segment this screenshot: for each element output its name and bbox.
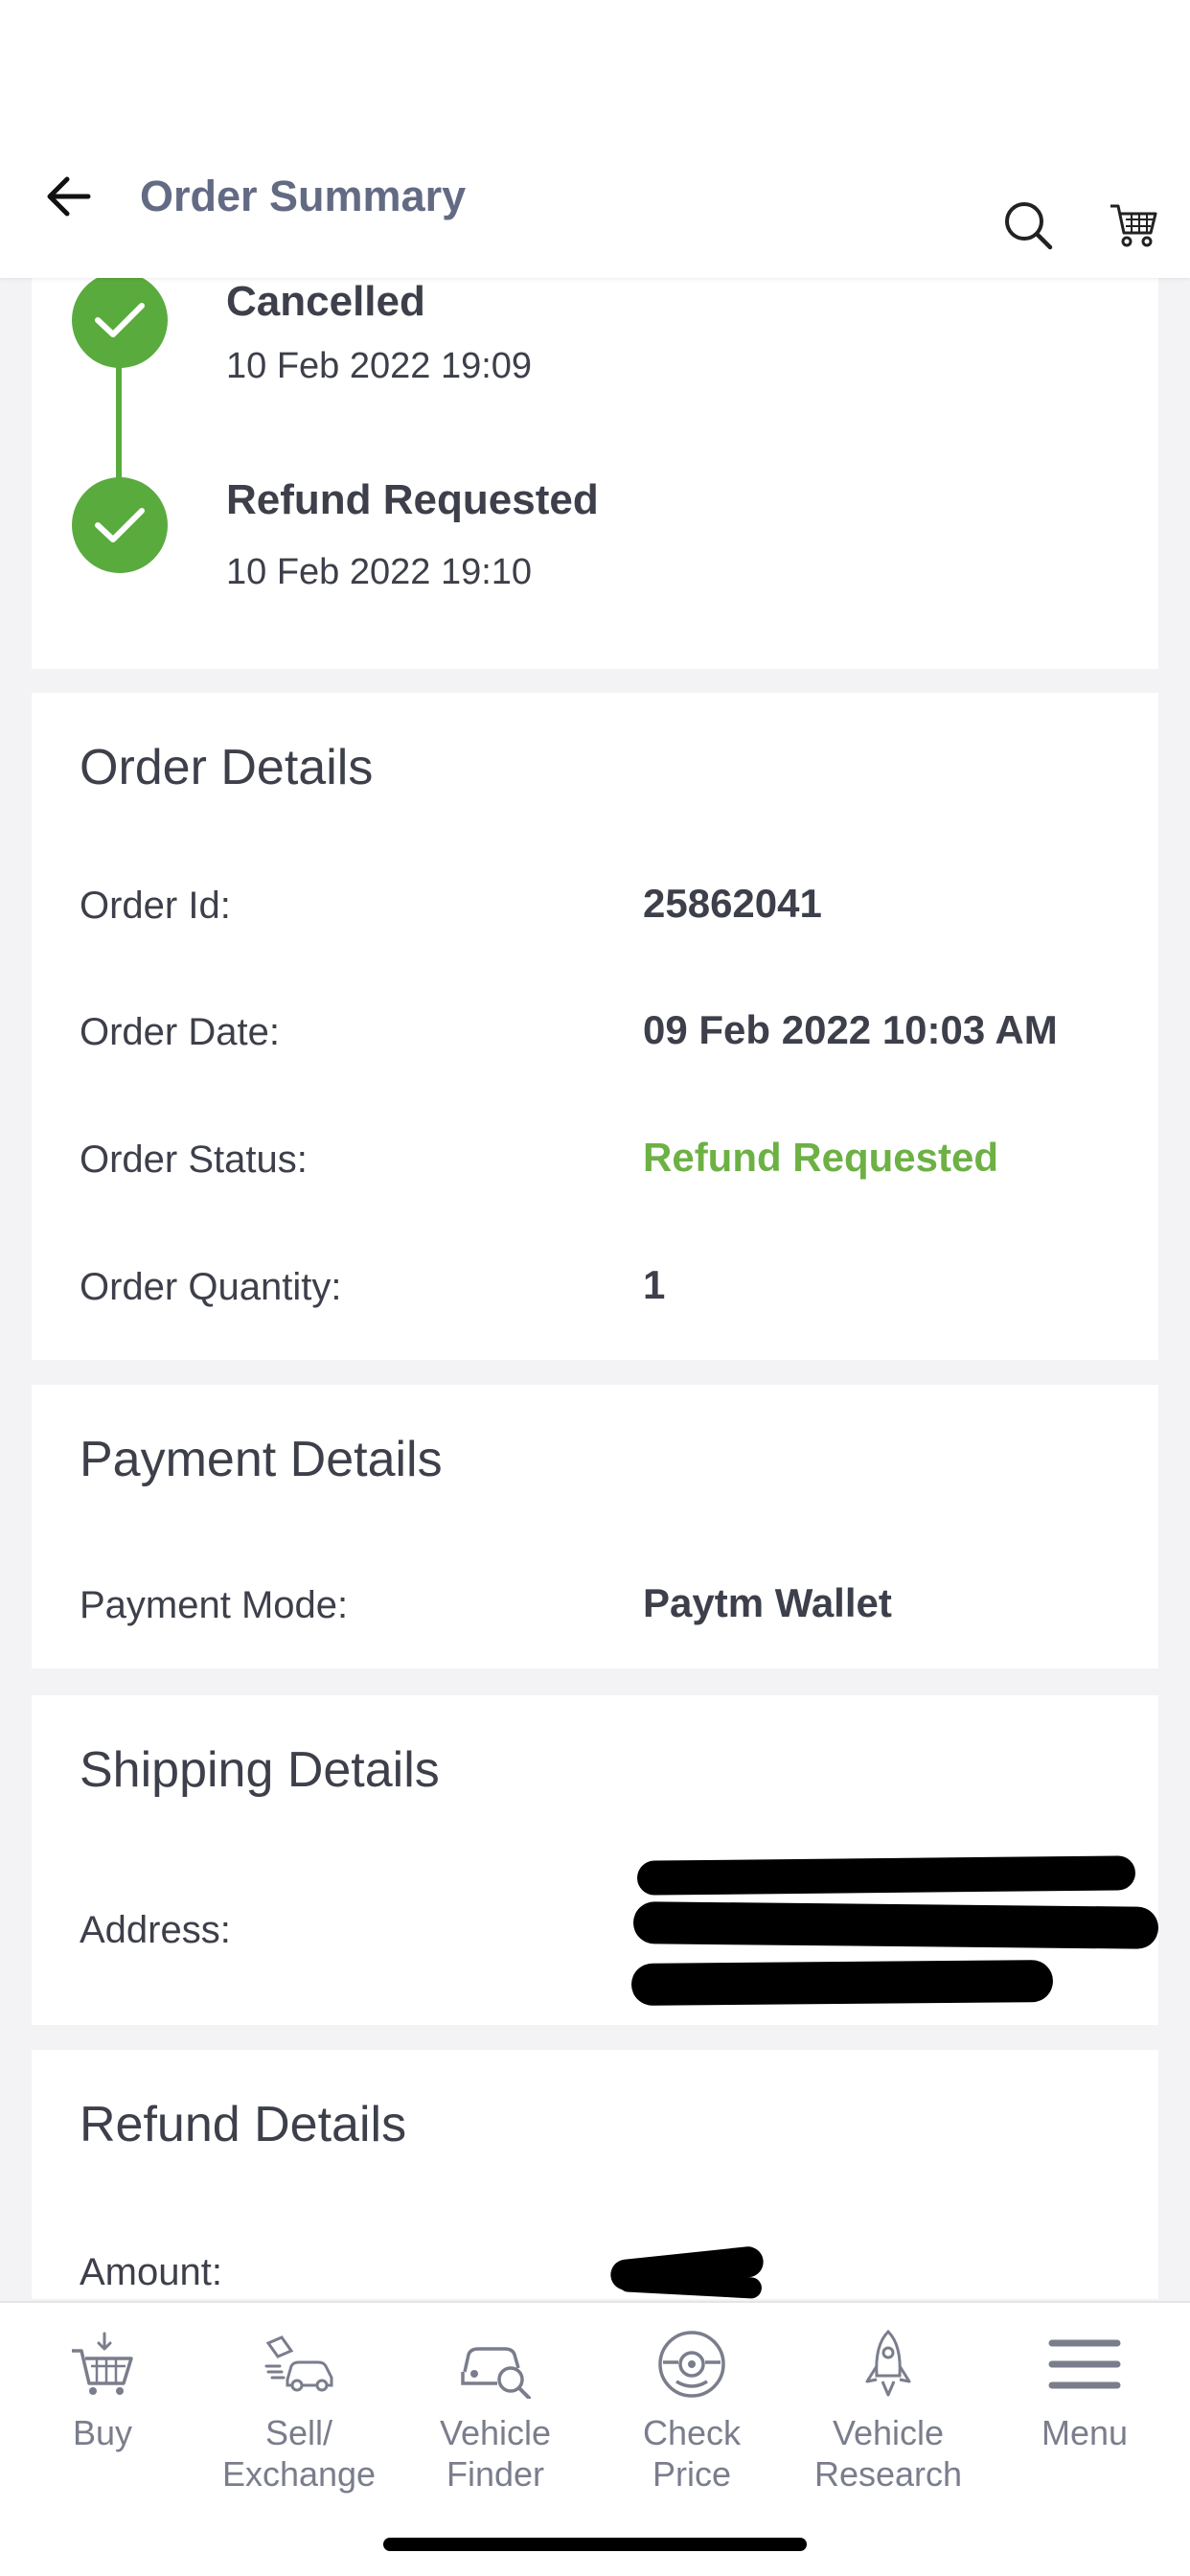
nav-menu[interactable]: Menu	[989, 2326, 1180, 2453]
bottom-navigation: Buy Sell/ Exchange Vehicle Finder Check …	[0, 2301, 1190, 2576]
address-label: Address:	[80, 1909, 231, 1951]
payment-details-title: Payment Details	[80, 1432, 443, 1487]
rocket-icon	[850, 2326, 927, 2403]
shipping-details-title: Shipping Details	[80, 1742, 440, 1798]
timeline-step-done-indicator	[72, 477, 168, 573]
payment-mode-label: Payment Mode:	[80, 1584, 349, 1626]
home-indicator	[383, 2538, 807, 2551]
order-status-value: Refund Requested	[643, 1135, 999, 1180]
nav-label: Buy	[72, 2413, 133, 2452]
refund-details-title: Refund Details	[80, 2097, 407, 2152]
cart-icon	[64, 2326, 141, 2403]
nav-vehicle-finder[interactable]: Vehicle Finder	[400, 2326, 591, 2495]
check-price-icon	[653, 2326, 730, 2403]
nav-sell-exchange[interactable]: Sell/ Exchange	[203, 2326, 395, 2495]
timeline-step-date: 10 Feb 2022 19:10	[226, 552, 533, 592]
timeline-step-date: 10 Feb 2022 19:09	[226, 346, 533, 386]
page-title: Order Summary	[140, 172, 467, 220]
nav-check-price[interactable]: Check Price	[596, 2326, 788, 2495]
app-header: Order Summary	[0, 144, 1190, 278]
nav-buy[interactable]: Buy	[7, 2326, 198, 2453]
order-details-card: Order Details Order Id: 25862041 Order D…	[32, 693, 1158, 1360]
arrow-left-icon	[47, 176, 91, 217]
search-icon	[1005, 202, 1053, 250]
timeline-step-done-indicator	[72, 278, 168, 368]
timeline-step-title: Cancelled	[226, 278, 425, 325]
order-details-title: Order Details	[80, 740, 374, 795]
shipping-details-card: Shipping Details Address:	[32, 1695, 1159, 2025]
order-id-label: Order Id:	[80, 885, 231, 927]
payment-details-card: Payment Details Payment Mode: Paytm Wall…	[32, 1385, 1158, 1668]
nav-label: Menu	[1041, 2413, 1129, 2452]
order-quantity-label: Order Quantity:	[80, 1266, 342, 1308]
order-timeline-card: Cancelled 10 Feb 2022 19:09 Refund Reque…	[32, 278, 1158, 669]
nav-label: Sell/ Exchange	[221, 2413, 377, 2494]
menu-icon	[1046, 2326, 1123, 2403]
order-date-label: Order Date:	[80, 1011, 280, 1053]
amount-label: Amount:	[80, 2251, 222, 2293]
cart-icon	[1110, 204, 1157, 247]
vehicle-finder-icon	[457, 2326, 534, 2403]
order-status-label: Order Status:	[80, 1138, 308, 1181]
check-icon	[95, 303, 145, 337]
timeline-step-title: Refund Requested	[226, 476, 599, 523]
order-date-value: 09 Feb 2022 10:03 AM	[643, 1007, 1058, 1052]
search-button[interactable]	[996, 194, 1060, 257]
check-icon	[95, 508, 145, 542]
cart-button[interactable]	[1102, 194, 1165, 257]
payment-mode-value: Paytm Wallet	[643, 1580, 892, 1625]
status-bar-area	[0, 0, 1190, 144]
order-id-value: 25862041	[643, 881, 822, 926]
nav-vehicle-research[interactable]: Vehicle Research	[792, 2326, 984, 2495]
refund-details-card: Refund Details Amount:	[32, 2050, 1158, 2299]
nav-label: Check Price	[642, 2413, 742, 2494]
sell-exchange-icon	[261, 2326, 337, 2403]
order-quantity-value: 1	[643, 1262, 666, 1307]
nav-label: Vehicle Research	[813, 2413, 963, 2494]
back-button[interactable]	[34, 163, 102, 230]
nav-label: Vehicle Finder	[439, 2413, 552, 2494]
